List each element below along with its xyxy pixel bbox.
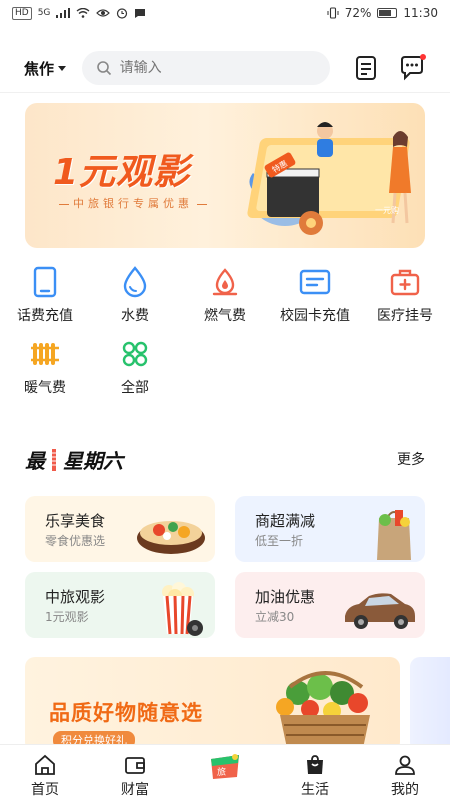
section-title-suffix: 星期六 — [63, 449, 123, 473]
card-title: 加油优惠 — [255, 588, 316, 606]
eye-icon — [96, 9, 111, 17]
cinema-illustration: 特惠 一元购 — [247, 122, 411, 235]
card-subtitle: 1元观影 — [45, 610, 89, 624]
service-label: 水费 — [121, 308, 149, 324]
card-subtitle: 零食优惠选 — [45, 534, 106, 548]
promo-card-movie[interactable]: 中旅观影 1元观影 — [25, 572, 215, 638]
ruler-mark-icon — [52, 448, 56, 471]
service-gas[interactable]: 燃气费 — [180, 265, 270, 325]
card-title: 乐享美食 — [45, 512, 106, 530]
status-right: 72% 11:30 — [327, 6, 438, 20]
promo-banner[interactable]: 1元观影 中旅银行专属优惠 特惠 一元购 — [25, 103, 425, 248]
medical-kit-icon — [388, 265, 422, 299]
caret-down-icon — [58, 65, 67, 71]
card-subtitle: 立减30 — [255, 610, 295, 624]
search-bar[interactable] — [81, 51, 330, 85]
nav-mine[interactable]: 我的 — [360, 745, 450, 800]
home-icon — [33, 753, 57, 777]
svg-text:旅: 旅 — [217, 766, 226, 778]
notification-dot — [420, 54, 426, 60]
car-icon — [345, 593, 415, 629]
status-bar: HD 5G 72% 11:30 — [0, 0, 450, 26]
service-label: 燃气费 — [204, 308, 246, 324]
next-banner-peek[interactable] — [410, 657, 450, 752]
battery-icon — [377, 8, 398, 18]
clock: 11:30 — [403, 6, 438, 20]
service-label: 全部 — [121, 380, 149, 396]
nav-travel[interactable]: 旅 — [180, 745, 270, 800]
nav-label: 首页 — [31, 782, 59, 798]
water-drop-icon — [118, 265, 152, 299]
grocery-bag-icon — [377, 510, 411, 560]
service-all[interactable]: 全部 — [90, 337, 180, 397]
person-icon — [393, 753, 417, 777]
banner-subtitle: 中旅银行专属优惠 — [55, 195, 211, 211]
city-label: 焦作 — [24, 59, 55, 78]
bill-list-button[interactable] — [352, 54, 380, 82]
card-title: 商超满减 — [255, 512, 316, 530]
nav-wealth[interactable]: 财富 — [90, 745, 180, 800]
quality-goods-banner[interactable]: 品质好物随意选 积分兑换好礼 — [25, 657, 400, 752]
service-medical[interactable]: 医疗挂号 — [360, 265, 450, 325]
more-link[interactable]: 更多 — [397, 449, 425, 469]
phone-icon — [28, 265, 62, 299]
battery-percent: 72% — [344, 6, 372, 20]
top-header: 焦作 — [0, 44, 450, 92]
vibrate-icon — [327, 7, 339, 19]
header-divider — [0, 92, 450, 93]
service-label: 医疗挂号 — [377, 308, 433, 324]
banner-title: 1元观影 — [53, 152, 191, 193]
section-title: 最 星期六 — [25, 445, 123, 474]
hd-badge: HD — [12, 6, 32, 20]
service-heating[interactable]: 暖气费 — [0, 337, 90, 397]
city-selector[interactable]: 焦作 — [24, 58, 82, 79]
bottom-nav: 首页 财富 旅 生活 我的 — [0, 744, 450, 800]
nav-label: 财富 — [121, 782, 149, 798]
service-label: 暖气费 — [24, 380, 66, 396]
promo-card-food[interactable]: 乐享美食 零食优惠选 — [25, 496, 215, 562]
campus-card-icon — [298, 265, 332, 299]
shopping-bag-icon — [303, 753, 327, 777]
wifi-icon — [76, 8, 90, 18]
signal-label: 5G — [37, 8, 51, 18]
radiator-icon — [28, 337, 62, 371]
gas-flame-icon — [208, 265, 242, 299]
service-phone-topup[interactable]: 话费充值 — [0, 265, 90, 325]
service-label: 校园卡充值 — [280, 308, 350, 324]
alarm-icon — [117, 8, 128, 19]
all-grid-icon — [118, 337, 152, 371]
wallet-icon — [123, 753, 147, 777]
card-subtitle: 低至一折 — [255, 534, 304, 548]
banner-tag-2: 一元购 — [375, 205, 399, 215]
signal-bars-icon — [56, 8, 71, 18]
food-bowl-icon — [137, 521, 205, 554]
search-icon — [96, 61, 111, 76]
service-campus-card[interactable]: 校园卡充值 — [270, 265, 360, 325]
promo-card-fuel[interactable]: 加油优惠 立减30 — [235, 572, 425, 638]
service-label: 话费充值 — [17, 308, 73, 324]
status-left: HD 5G — [12, 6, 146, 20]
section-title-prefix: 最 — [25, 449, 45, 473]
nav-life[interactable]: 生活 — [270, 745, 360, 800]
card-title: 中旅观影 — [45, 588, 106, 606]
nav-label: 我的 — [391, 782, 419, 798]
service-water[interactable]: 水费 — [90, 265, 180, 325]
big-banner-title: 品质好物随意选 — [49, 701, 203, 725]
messages-button[interactable] — [398, 54, 426, 82]
travel-logo-icon: 旅 — [205, 751, 245, 781]
search-input[interactable] — [119, 60, 300, 76]
nav-label: 生活 — [301, 782, 329, 798]
message-icon — [135, 8, 146, 18]
nav-home[interactable]: 首页 — [0, 745, 90, 800]
promo-card-supermarket[interactable]: 商超满减 低至一折 — [235, 496, 425, 562]
fruit-basket-icon — [276, 671, 370, 752]
popcorn-icon — [162, 582, 203, 636]
document-list-icon — [356, 56, 376, 80]
